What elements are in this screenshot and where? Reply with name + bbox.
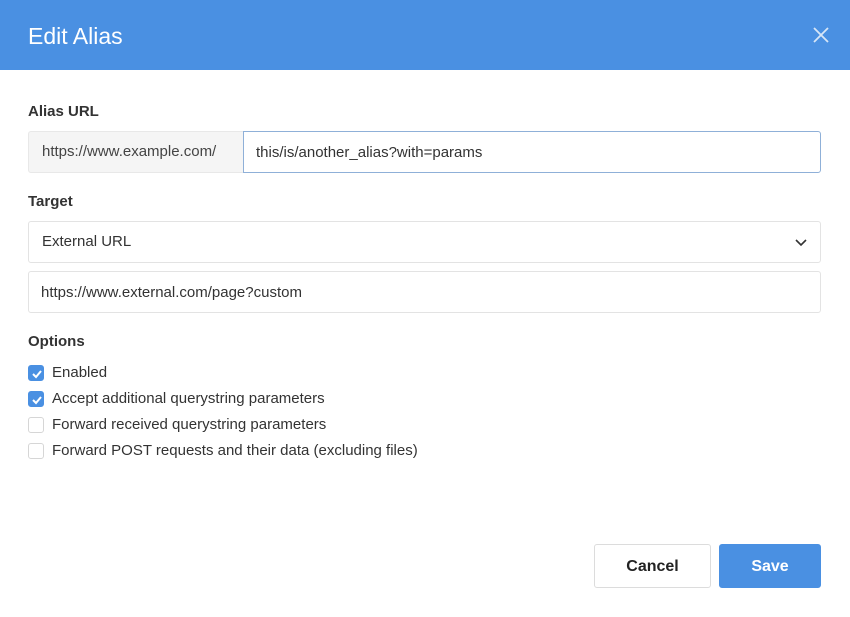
alias-url-input[interactable] — [243, 131, 821, 173]
close-button[interactable] — [808, 22, 834, 48]
alias-url-prefix: https://www.example.com/ — [28, 131, 243, 173]
checkbox-forward-querystring[interactable] — [28, 417, 44, 433]
target-type-selected-value: External URL — [42, 233, 132, 250]
checkbox-enabled[interactable] — [28, 365, 44, 381]
close-icon — [813, 27, 829, 43]
target-label: Target — [28, 193, 73, 210]
checkbox-forward-post[interactable] — [28, 443, 44, 459]
cancel-button[interactable]: Cancel — [594, 544, 711, 588]
chevron-down-icon — [795, 239, 807, 247]
option-label: Enabled — [52, 364, 108, 381]
option-label: Accept additional querystring parameters — [52, 390, 325, 407]
edit-alias-dialog: Edit Alias Alias URL https://www.example… — [0, 0, 850, 617]
alias-url-label: Alias URL — [28, 103, 99, 120]
target-url-input[interactable] — [28, 271, 821, 313]
save-button[interactable]: Save — [719, 544, 821, 588]
option-label: Forward POST requests and their data (ex… — [52, 442, 418, 459]
target-type-select[interactable]: External URL — [28, 221, 821, 263]
dialog-title: Edit Alias — [28, 23, 123, 49]
dialog-header: Edit Alias — [0, 0, 850, 70]
option-label: Forward received querystring parameters — [52, 416, 327, 433]
check-icon — [32, 370, 42, 379]
check-icon — [32, 396, 42, 405]
options-label: Options — [28, 333, 85, 350]
checkbox-accept-querystring[interactable] — [28, 391, 44, 407]
